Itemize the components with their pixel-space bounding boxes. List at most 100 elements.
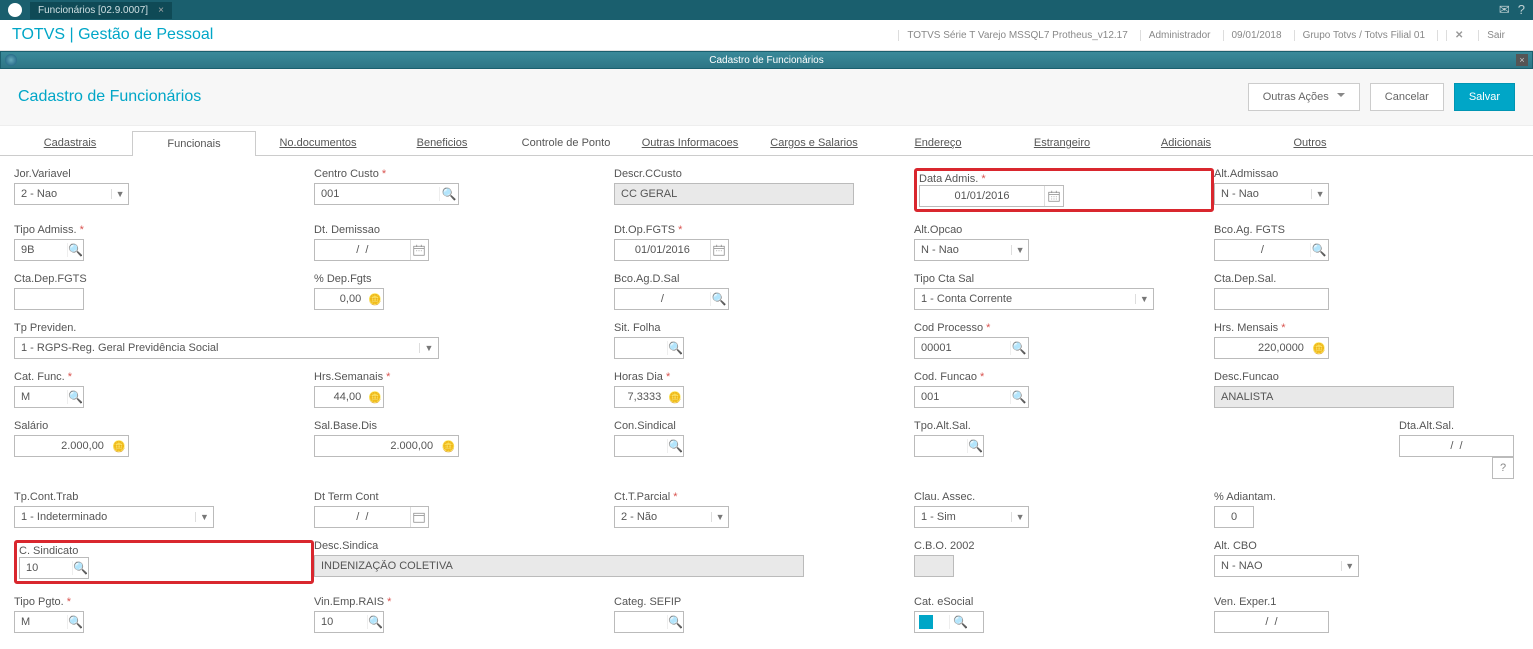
chevron-down-icon[interactable]: ▼ bbox=[419, 343, 438, 353]
input-dt-demissao[interactable] bbox=[315, 244, 410, 256]
input-bco-ag-fgts[interactable] bbox=[1215, 244, 1310, 256]
search-icon[interactable]: 🔍 bbox=[667, 341, 683, 355]
input-tipo-admiss[interactable] bbox=[15, 244, 67, 256]
search-icon[interactable]: 🔍 bbox=[72, 561, 88, 575]
chevron-down-icon[interactable]: ▼ bbox=[1011, 512, 1028, 522]
select-alt-cbo[interactable]: ▼ bbox=[1214, 555, 1359, 577]
number-hrs-mensais[interactable]: 🪙 bbox=[1214, 337, 1329, 359]
tab-outras-informacoes[interactable]: Outras Informacoes bbox=[628, 130, 752, 155]
input-wrap-cta-dep-fgts[interactable] bbox=[14, 288, 84, 310]
select-tp-previden[interactable]: ▼ bbox=[14, 337, 439, 359]
date-ven-exper1[interactable] bbox=[1214, 611, 1329, 633]
chevron-down-icon[interactable]: ▼ bbox=[195, 512, 213, 522]
input-cod-processo[interactable] bbox=[915, 342, 1010, 354]
help-button[interactable]: ? bbox=[1492, 457, 1514, 479]
select-alt-admissao[interactable]: ▼ bbox=[1214, 183, 1329, 205]
coin-icon[interactable]: 🪙 bbox=[1310, 342, 1328, 355]
search-icon[interactable]: 🔍 bbox=[1010, 390, 1028, 404]
coin-icon[interactable]: 🪙 bbox=[439, 440, 458, 453]
date-dt-op-fgts[interactable] bbox=[614, 239, 729, 261]
number-pct-adiantam[interactable] bbox=[1214, 506, 1254, 528]
search-icon[interactable]: 🔍 bbox=[439, 187, 458, 201]
input-dta-alt-sal[interactable] bbox=[1400, 440, 1513, 452]
input-alt-admissao[interactable] bbox=[1215, 188, 1311, 200]
chevron-down-icon[interactable]: ▼ bbox=[1011, 245, 1028, 255]
search-icon[interactable]: 🔍 bbox=[967, 439, 983, 453]
tab-adicionais[interactable]: Adicionais bbox=[1124, 130, 1248, 155]
select-tp-cont-trab[interactable]: ▼ bbox=[14, 506, 214, 528]
input-pct-dep-fgts[interactable] bbox=[315, 293, 367, 305]
lookup-c-sindicato[interactable]: 🔍 bbox=[19, 557, 89, 579]
input-tp-previden[interactable] bbox=[15, 342, 419, 354]
input-ven-exper1[interactable] bbox=[1215, 616, 1328, 628]
input-horas-dia[interactable] bbox=[615, 391, 667, 403]
select-clau-assec[interactable]: ▼ bbox=[914, 506, 1029, 528]
input-pct-adiantam[interactable] bbox=[1215, 511, 1253, 523]
lookup-vin-emp-rais[interactable]: 🔍 bbox=[314, 611, 384, 633]
date-dt-demissao[interactable] bbox=[314, 239, 429, 261]
lookup-cod-funcao[interactable]: 🔍 bbox=[914, 386, 1029, 408]
select-tipo-cta-sal[interactable]: ▼ bbox=[914, 288, 1154, 310]
lookup-cat-esocial[interactable]: 🔍 bbox=[914, 611, 984, 633]
number-horas-dia[interactable]: 🪙 bbox=[614, 386, 684, 408]
coin-icon[interactable]: 🪙 bbox=[667, 391, 683, 404]
lookup-bco-ag-fgts[interactable]: 🔍 bbox=[1214, 239, 1329, 261]
input-categ-sefip[interactable] bbox=[615, 616, 667, 628]
tab-beneficios[interactable]: Beneficios bbox=[380, 130, 504, 155]
search-icon[interactable]: 🔍 bbox=[667, 615, 683, 629]
input-tipo-pgto[interactable] bbox=[15, 616, 67, 628]
other-actions-button[interactable]: Outras Ações bbox=[1248, 83, 1360, 111]
tab-cargos-e-salarios[interactable]: Cargos e Salarios bbox=[752, 130, 876, 155]
tab-no-documentos[interactable]: No.documentos bbox=[256, 130, 380, 155]
window-tab-close-icon[interactable]: × bbox=[158, 5, 164, 16]
input-dt-op-fgts[interactable] bbox=[615, 244, 710, 256]
input-salario[interactable] bbox=[15, 440, 110, 452]
coin-icon[interactable]: 🪙 bbox=[110, 440, 128, 453]
date-data-admis[interactable] bbox=[919, 185, 1064, 207]
help-icon[interactable]: ? bbox=[1518, 2, 1525, 18]
lookup-sit-folha[interactable]: 🔍 bbox=[614, 337, 684, 359]
calendar-icon[interactable] bbox=[410, 240, 428, 260]
input-cta-dep-sal[interactable] bbox=[1215, 293, 1328, 305]
number-hrs-semanais[interactable]: 🪙 bbox=[314, 386, 384, 408]
search-icon[interactable]: 🔍 bbox=[710, 292, 728, 306]
tab-endereco[interactable]: Endereço bbox=[876, 130, 1000, 155]
mail-icon[interactable]: ✉ bbox=[1499, 2, 1510, 18]
tab-estrangeiro[interactable]: Estrangeiro bbox=[1000, 130, 1124, 155]
date-dta-alt-sal[interactable] bbox=[1399, 435, 1514, 457]
chevron-down-icon[interactable]: ▼ bbox=[111, 189, 128, 199]
lookup-con-sindical[interactable]: 🔍 bbox=[614, 435, 684, 457]
input-cod-funcao[interactable] bbox=[915, 391, 1010, 403]
search-icon[interactable]: 🔍 bbox=[1310, 243, 1328, 257]
input-tp-cont-trab[interactable] bbox=[15, 511, 195, 523]
lookup-tipo-admiss[interactable]: 🔍 bbox=[14, 239, 84, 261]
input-alt-cbo[interactable] bbox=[1215, 560, 1341, 572]
number-salario[interactable]: 🪙 bbox=[14, 435, 129, 457]
exit-button[interactable]: ✕ Sair bbox=[1437, 30, 1521, 41]
chevron-down-icon[interactable]: ▼ bbox=[1135, 294, 1153, 304]
input-data-admis[interactable] bbox=[920, 190, 1044, 202]
lookup-tpo-alt-sal[interactable]: 🔍 bbox=[914, 435, 984, 457]
input-tipo-cta-sal[interactable] bbox=[915, 293, 1135, 305]
calendar-icon[interactable] bbox=[410, 507, 428, 527]
select-alt-opcao[interactable]: ▼ bbox=[914, 239, 1029, 261]
tab-cadastrais[interactable]: Cadastrais bbox=[8, 130, 132, 155]
number-sal-base-dis[interactable]: 🪙 bbox=[314, 435, 459, 457]
chevron-down-icon[interactable]: ▼ bbox=[1311, 189, 1328, 199]
search-icon[interactable]: 🔍 bbox=[949, 615, 971, 629]
select-ct-t-parcial[interactable]: ▼ bbox=[614, 506, 729, 528]
calendar-icon[interactable] bbox=[710, 240, 728, 260]
input-jor-variavel[interactable] bbox=[15, 188, 111, 200]
input-cat-func[interactable] bbox=[15, 391, 67, 403]
search-icon[interactable]: 🔍 bbox=[67, 243, 83, 257]
calendar-icon[interactable] bbox=[1044, 186, 1063, 206]
search-icon[interactable]: 🔍 bbox=[1010, 341, 1028, 355]
lookup-cat-func[interactable]: 🔍 bbox=[14, 386, 84, 408]
input-centro-custo[interactable] bbox=[315, 188, 439, 200]
input-con-sindical[interactable] bbox=[615, 440, 667, 452]
module-close-icon[interactable]: × bbox=[1516, 54, 1528, 66]
chevron-down-icon[interactable]: ▼ bbox=[1341, 561, 1358, 571]
search-icon[interactable]: 🔍 bbox=[367, 615, 383, 629]
search-icon[interactable]: 🔍 bbox=[67, 390, 83, 404]
input-sit-folha[interactable] bbox=[615, 342, 667, 354]
